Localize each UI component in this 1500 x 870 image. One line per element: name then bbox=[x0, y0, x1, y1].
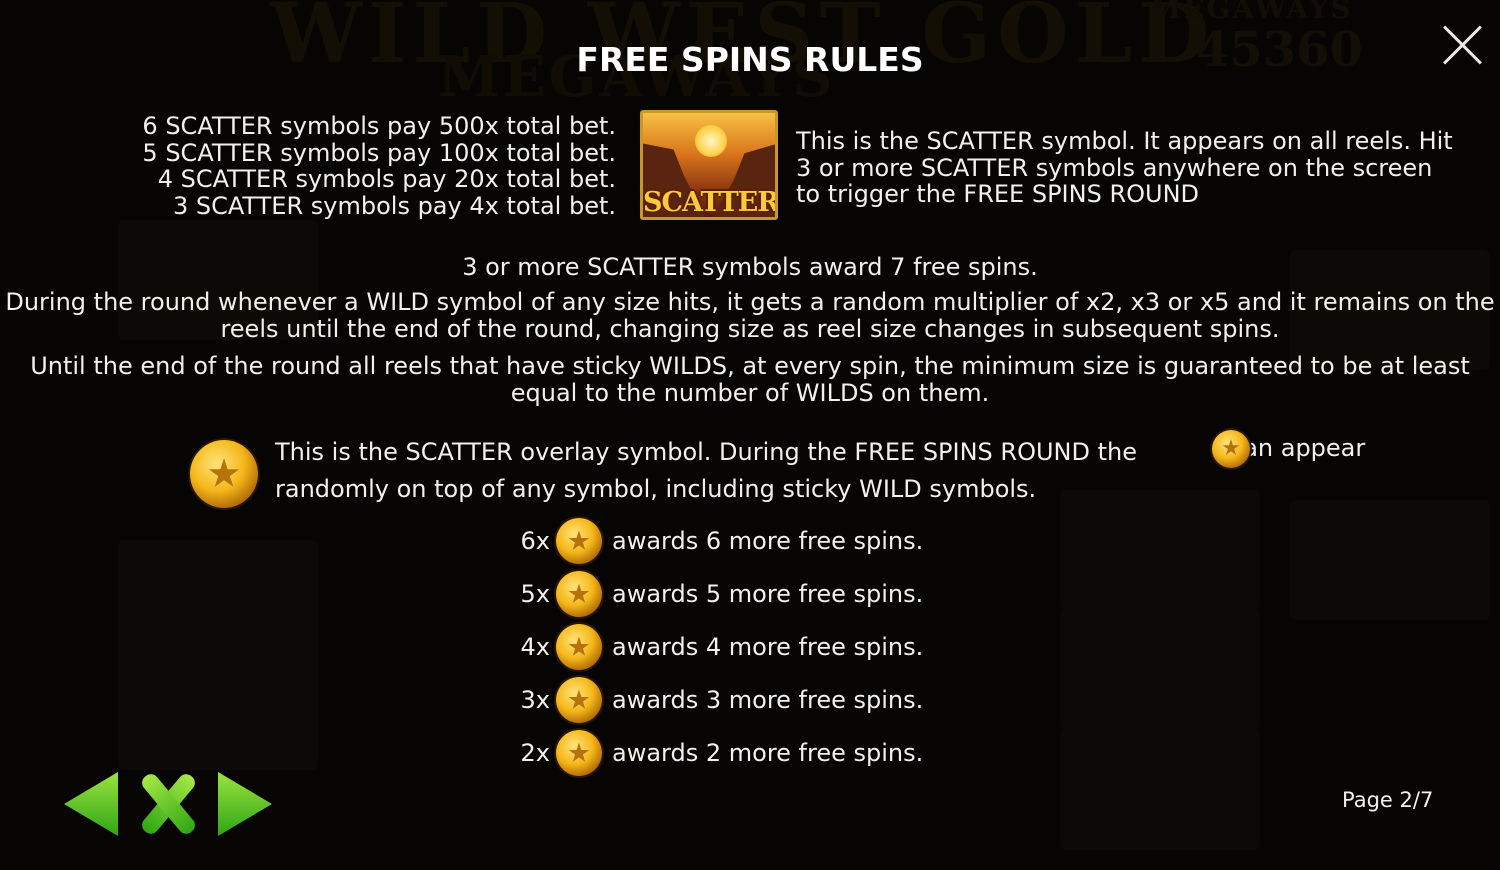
sheriff-star-badge-icon: ★ bbox=[556, 624, 602, 670]
sun-icon bbox=[695, 125, 727, 157]
award-text: awards 4 more free spins. bbox=[612, 633, 924, 661]
award-row: 5x ★ awards 5 more free spins. bbox=[510, 570, 923, 618]
scatter-pay-list: 6 SCATTER symbols pay 500x total bet. 5 … bbox=[60, 113, 616, 219]
award-row: 2x ★ awards 2 more free spins. bbox=[510, 729, 923, 777]
close-x-icon[interactable] bbox=[136, 772, 200, 836]
scatter-symbol-label: SCATTER bbox=[643, 187, 778, 218]
sheriff-star-badge-icon: ★ bbox=[1212, 430, 1250, 468]
sheriff-star-badge-icon: ★ bbox=[556, 730, 602, 776]
award-multiplier: 3x bbox=[520, 686, 550, 714]
sheriff-star-badge-icon: ★ bbox=[556, 571, 602, 617]
page-indicator: Page 2/7 bbox=[1342, 788, 1434, 812]
close-x-icon[interactable] bbox=[1440, 22, 1486, 68]
award-text: awards 3 more free spins. bbox=[612, 686, 924, 714]
page-title: FREE SPINS RULES bbox=[576, 40, 924, 79]
award-row: 3x ★ awards 3 more free spins. bbox=[510, 676, 923, 724]
scatter-symbol-image: SCATTER bbox=[640, 110, 778, 220]
scatter-pay-line: 3 SCATTER symbols pay 4x total bet. bbox=[172, 191, 616, 220]
sheriff-star-badge-icon: ★ bbox=[556, 518, 602, 564]
award-row: 6x ★ awards 6 more free spins. bbox=[510, 517, 923, 565]
sticky-wilds-text: Until the end of the round all reels tha… bbox=[30, 352, 1470, 407]
sheriff-star-badge-icon: ★ bbox=[556, 677, 602, 723]
overlay-symbol-description: This is the SCATTER overlay symbol. Duri… bbox=[275, 438, 1137, 503]
sheriff-star-badge-icon: ★ bbox=[190, 440, 258, 508]
scatter-description: This is the SCATTER symbol. It appears o… bbox=[796, 127, 1453, 208]
scatter-pay-line: 5 SCATTER symbols pay 100x total bet. bbox=[142, 138, 616, 167]
award-text: awards 6 more free spins. bbox=[612, 527, 924, 555]
overlay-symbol-description-tail: can appear bbox=[1230, 434, 1366, 462]
wild-multiplier-text: During the round whenever a WILD symbol … bbox=[5, 288, 1495, 343]
award-text: awards 2 more free spins. bbox=[612, 739, 924, 767]
award-row: 4x ★ awards 4 more free spins. bbox=[510, 623, 923, 671]
free-spins-award-text: 3 or more SCATTER symbols award 7 free s… bbox=[462, 253, 1038, 281]
award-multiplier: 6x bbox=[520, 527, 550, 555]
award-multiplier: 4x bbox=[520, 633, 550, 661]
award-multiplier: 2x bbox=[520, 739, 550, 767]
award-multiplier: 5x bbox=[520, 580, 550, 608]
scatter-pay-line: 4 SCATTER symbols pay 20x total bet. bbox=[157, 165, 616, 193]
scatter-pay-line: 6 SCATTER symbols pay 500x total bet. bbox=[142, 112, 616, 140]
award-text: awards 5 more free spins. bbox=[612, 580, 924, 608]
